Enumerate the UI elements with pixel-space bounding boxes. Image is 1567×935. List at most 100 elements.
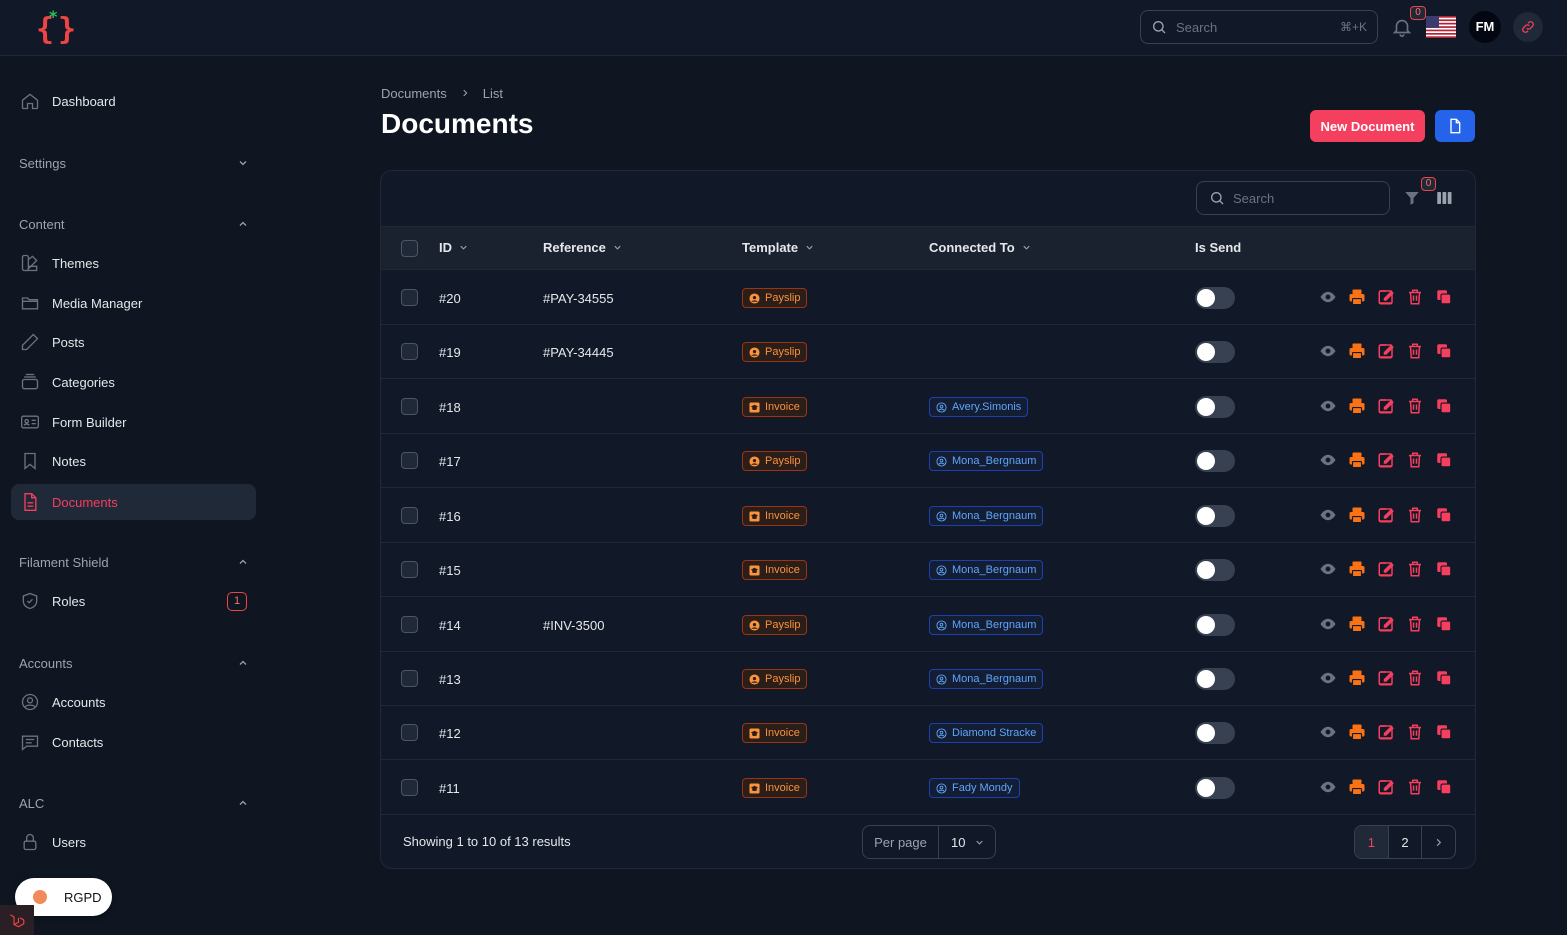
duplicate-icon[interactable] [1435,560,1453,578]
is-send-toggle[interactable] [1195,287,1235,309]
delete-icon[interactable] [1406,397,1424,415]
sidebar-item-form-builder[interactable]: Form Builder [11,404,256,440]
sidebar-item-categories[interactable]: Categories [11,364,256,400]
view-icon[interactable] [1319,560,1337,578]
row-checkbox[interactable] [401,507,418,524]
print-icon[interactable] [1348,397,1366,415]
column-header-connected-to[interactable]: Connected To [929,240,1032,255]
document-action-button[interactable] [1435,110,1475,142]
row-checkbox[interactable] [401,724,418,741]
duplicate-icon[interactable] [1435,506,1453,524]
sidebar-item-media-manager[interactable]: Media Manager [11,285,256,321]
sidebar-item-dashboard[interactable]: Dashboard [11,83,256,119]
bell-icon[interactable] [1391,16,1413,38]
global-search-input[interactable]: Search ⌘+K [1140,10,1378,44]
print-icon[interactable] [1348,778,1366,796]
row-checkbox[interactable] [401,452,418,469]
table-row[interactable]: #16 Invoice Mona_Bergnaum [381,489,1475,543]
group-alc[interactable]: ALC [19,793,249,813]
duplicate-icon[interactable] [1435,669,1453,687]
filter-icon[interactable] [1403,189,1421,210]
edit-icon[interactable] [1377,560,1395,578]
is-send-toggle[interactable] [1195,668,1235,690]
delete-icon[interactable] [1406,560,1424,578]
print-icon[interactable] [1348,723,1366,741]
connected-user-badge[interactable]: Mona_Bergnaum [929,560,1044,580]
row-checkbox[interactable] [401,616,418,633]
delete-icon[interactable] [1406,288,1424,306]
view-icon[interactable] [1319,615,1337,633]
duplicate-icon[interactable] [1435,778,1453,796]
sidebar-item-notes[interactable]: Notes [11,443,256,479]
row-checkbox[interactable] [401,561,418,578]
laravel-icon[interactable] [0,905,34,935]
print-icon[interactable] [1348,560,1366,578]
user-avatar[interactable]: FM [1469,11,1501,43]
us-flag-icon[interactable] [1426,16,1456,38]
sidebar-item-themes[interactable]: Themes [11,245,256,281]
table-row[interactable]: #15 Invoice Mona_Bergnaum [381,543,1475,597]
edit-icon[interactable] [1377,506,1395,524]
row-checkbox[interactable] [401,289,418,306]
group-content[interactable]: Content [19,214,249,234]
print-icon[interactable] [1348,288,1366,306]
view-icon[interactable] [1319,506,1337,524]
is-send-toggle[interactable] [1195,505,1235,527]
group-settings[interactable]: Settings [19,153,249,173]
connected-user-badge[interactable]: Mona_Bergnaum [929,506,1044,526]
row-checkbox[interactable] [401,670,418,687]
is-send-toggle[interactable] [1195,777,1235,799]
table-row[interactable]: #20 #PAY-34555 Payslip [381,271,1475,325]
print-icon[interactable] [1348,615,1366,633]
edit-icon[interactable] [1377,723,1395,741]
view-icon[interactable] [1319,397,1337,415]
duplicate-icon[interactable] [1435,723,1453,741]
page-1-button[interactable]: 1 [1355,826,1389,858]
edit-icon[interactable] [1377,615,1395,633]
is-send-toggle[interactable] [1195,722,1235,744]
per-page-select[interactable]: Per page 10 [862,825,996,859]
page-2-button[interactable]: 2 [1389,826,1423,858]
connected-user-badge[interactable]: Fady Mondy [929,778,1020,798]
row-checkbox[interactable] [401,779,418,796]
print-icon[interactable] [1348,342,1366,360]
duplicate-icon[interactable] [1435,451,1453,469]
view-icon[interactable] [1319,451,1337,469]
group-accounts[interactable]: Accounts [19,653,249,673]
table-row[interactable]: #19 #PAY-34445 Payslip [381,325,1475,379]
connected-user-badge[interactable]: Mona_Bergnaum [929,451,1044,471]
delete-icon[interactable] [1406,615,1424,633]
view-icon[interactable] [1319,723,1337,741]
table-row[interactable]: #13 Payslip Mona_Bergnaum [381,652,1475,706]
sidebar-item-posts[interactable]: Posts [11,324,256,360]
is-send-toggle[interactable] [1195,614,1235,636]
sidebar-item-users[interactable]: Users [11,824,256,860]
duplicate-icon[interactable] [1435,342,1453,360]
view-icon[interactable] [1319,288,1337,306]
table-row[interactable]: #12 Invoice Diamond Stracke [381,706,1475,760]
view-icon[interactable] [1319,669,1337,687]
link-icon[interactable] [1513,12,1543,42]
select-all-checkbox[interactable] [401,240,418,257]
table-row[interactable]: #18 Invoice Avery.Simonis [381,380,1475,434]
delete-icon[interactable] [1406,723,1424,741]
is-send-toggle[interactable] [1195,341,1235,363]
edit-icon[interactable] [1377,342,1395,360]
delete-icon[interactable] [1406,451,1424,469]
table-row[interactable]: #11 Invoice Fady Mondy [381,761,1475,815]
connected-user-badge[interactable]: Avery.Simonis [929,397,1029,417]
delete-icon[interactable] [1406,342,1424,360]
is-send-toggle[interactable] [1195,450,1235,472]
delete-icon[interactable] [1406,778,1424,796]
edit-icon[interactable] [1377,288,1395,306]
print-icon[interactable] [1348,451,1366,469]
delete-icon[interactable] [1406,506,1424,524]
view-icon[interactable] [1319,342,1337,360]
breadcrumb-documents[interactable]: Documents [381,86,447,101]
print-icon[interactable] [1348,506,1366,524]
row-checkbox[interactable] [401,398,418,415]
edit-icon[interactable] [1377,778,1395,796]
sidebar-item-documents[interactable]: Documents [11,484,256,520]
sidebar-item-contacts[interactable]: Contacts [11,724,256,760]
column-header-id[interactable]: ID [439,240,469,255]
